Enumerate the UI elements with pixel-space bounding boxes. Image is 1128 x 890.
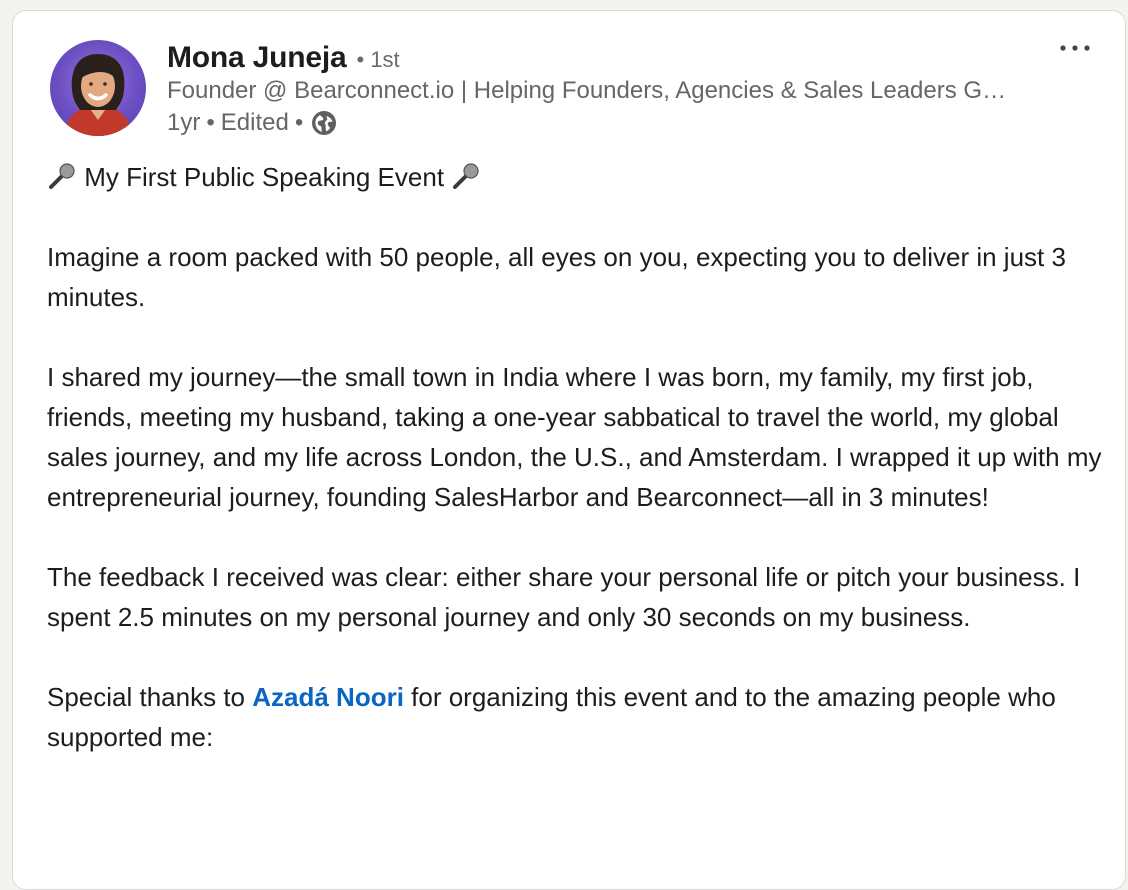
post-paragraph: The feedback I received was clear: eithe… — [47, 562, 1081, 632]
post-time: 1yr — [167, 109, 201, 136]
post-meta: 1yr • Edited • — [167, 109, 337, 137]
avatar[interactable] — [50, 40, 146, 136]
post-paragraph: I shared my journey—the small town in In… — [47, 362, 1102, 512]
globe-icon — [312, 111, 337, 135]
post-paragraph: Imagine a room packed with 50 people, al… — [47, 242, 1066, 312]
author-line: Mona Juneja • 1st — [167, 41, 400, 75]
author-name[interactable]: Mona Juneja — [167, 41, 347, 75]
edited-label: Edited — [220, 109, 289, 136]
meta-separator: • — [294, 109, 304, 136]
paragraph-text: Special thanks to — [47, 682, 253, 712]
post-paragraph: Special thanks to Azadá Noori for organi… — [47, 677, 1117, 757]
author-headline: Founder @ Bearconnect.io | Helping Found… — [167, 77, 1007, 104]
more-options-button[interactable] — [1055, 33, 1095, 63]
post-body: My First Public Speaking Event Imagine a… — [47, 157, 1117, 797]
post-title-line: My First Public Speaking Event — [47, 157, 1117, 197]
connection-degree: • 1st — [356, 47, 400, 72]
post-title: My First Public Speaking Event — [84, 162, 445, 192]
mention-link[interactable]: Azadá Noori — [252, 682, 404, 712]
more-options-icon — [1060, 45, 1090, 51]
microphone-icon — [453, 163, 479, 189]
avatar-photo — [64, 54, 132, 136]
meta-separator: • — [206, 109, 215, 136]
post-card: Mona Juneja • 1st Founder @ Bearconnect.… — [12, 10, 1126, 890]
microphone-icon — [49, 163, 75, 189]
